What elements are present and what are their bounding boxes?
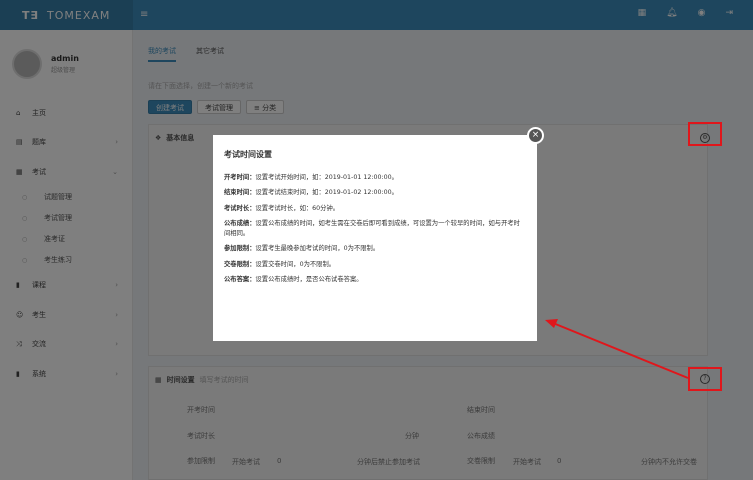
annotation-arrow: [545, 319, 689, 379]
